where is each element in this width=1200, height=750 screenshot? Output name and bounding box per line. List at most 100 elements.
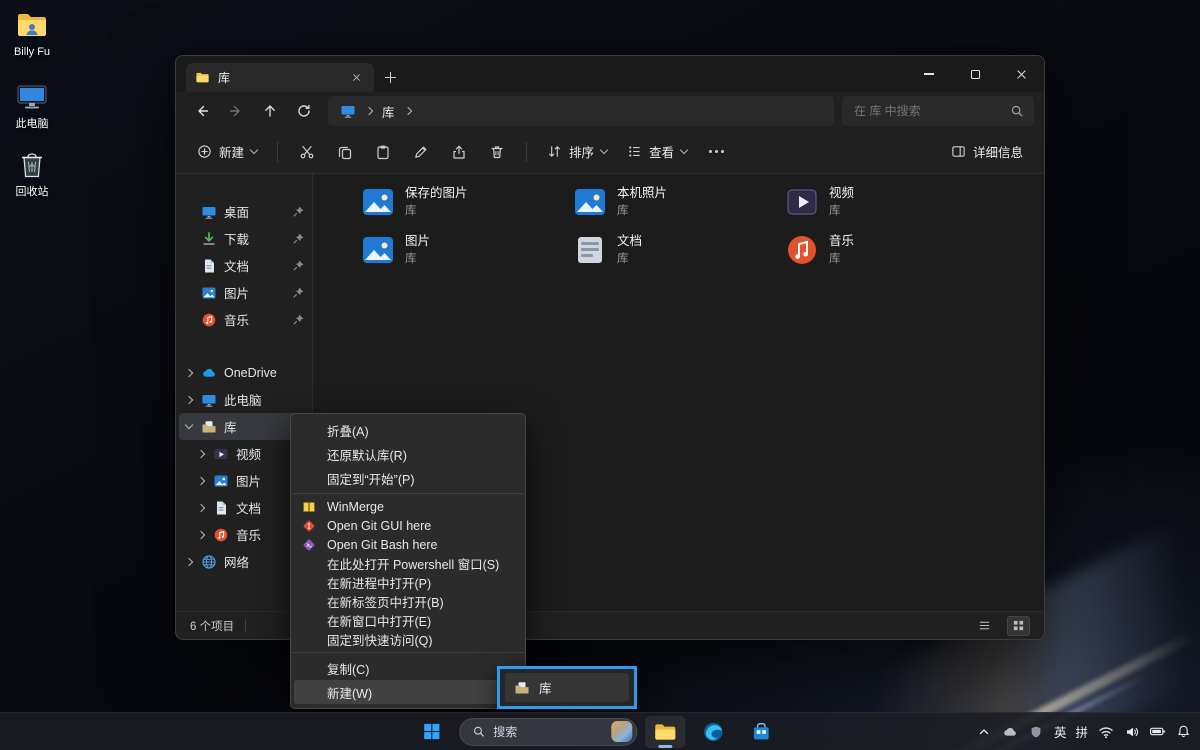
menu-item-git-gui[interactable]: Open Git GUI here: [291, 516, 525, 535]
plus-icon: [385, 72, 396, 83]
desktop-icon-label: 回收站: [16, 186, 49, 199]
new-tab-button[interactable]: [374, 63, 406, 92]
taskbar-center: 搜索: [411, 713, 781, 750]
wifi-icon[interactable]: [1097, 723, 1114, 740]
menu-item-winmerge[interactable]: WinMerge: [291, 497, 525, 516]
git-gui-icon: [302, 519, 316, 533]
ime-mode-indicator[interactable]: 英: [1054, 722, 1067, 741]
minimize-button[interactable]: [906, 56, 952, 92]
notification-bell-icon[interactable]: [1175, 723, 1192, 740]
menu-item-open-new-tab[interactable]: 在新标签页中打开(B): [291, 592, 525, 611]
chevron-right-icon: [185, 368, 193, 376]
library-grid: 保存的图片库 本机照片库 视频库 图片库 文档库: [355, 182, 991, 270]
menu-item-open-new-window[interactable]: 在新窗口中打开(E): [291, 611, 525, 630]
search-input[interactable]: [854, 104, 1002, 118]
desktop-icon-recycle-bin[interactable]: 回收站: [2, 148, 62, 199]
chevron-right-icon: [197, 530, 205, 538]
search-box[interactable]: [842, 96, 1034, 126]
breadcrumb-segment[interactable]: 库: [382, 102, 395, 121]
paste-button[interactable]: [365, 136, 401, 168]
maximize-button[interactable]: [952, 56, 998, 92]
sidebar-item-downloads[interactable]: 下载: [176, 225, 312, 252]
more-options-button[interactable]: [698, 136, 734, 168]
taskbar-file-explorer[interactable]: [645, 716, 685, 748]
delete-button[interactable]: [479, 136, 515, 168]
sidebar-section-gap: [176, 333, 312, 359]
new-button[interactable]: 新建: [188, 136, 266, 168]
music-library-icon: [785, 233, 819, 267]
breadcrumb[interactable]: 库: [328, 96, 834, 126]
sidebar-item-pictures[interactable]: 图片: [176, 279, 312, 306]
winmerge-icon: [302, 500, 316, 514]
downloads-icon: [201, 231, 217, 247]
refresh-button[interactable]: [288, 96, 320, 126]
start-button[interactable]: [411, 716, 451, 748]
menu-item-pin-to-start[interactable]: 固定到“开始”(P): [291, 466, 525, 490]
explorer-tab[interactable]: 库: [186, 63, 374, 92]
battery-icon[interactable]: [1149, 723, 1166, 740]
sidebar-item-this-pc[interactable]: 此电脑: [176, 386, 312, 413]
desktop-icon-user-folder[interactable]: Billy Fu: [2, 8, 62, 59]
taskbar-edge[interactable]: [693, 716, 733, 748]
close-button[interactable]: [998, 56, 1044, 92]
menu-item-open-new-process[interactable]: 在新进程中打开(P): [291, 573, 525, 592]
sidebar-item-music[interactable]: 音乐: [176, 306, 312, 333]
pin-icon: [292, 232, 305, 245]
share-button[interactable]: [441, 136, 477, 168]
chevron-right-icon: [197, 503, 205, 511]
menu-item-new[interactable]: 新建(W): [294, 680, 522, 704]
desktop-folder-icon: [201, 204, 217, 220]
sidebar-item-onedrive[interactable]: OneDrive: [176, 359, 312, 386]
taskbar-search[interactable]: 搜索: [459, 718, 637, 746]
window-controls: [906, 56, 1044, 92]
library-item-documents[interactable]: 文档库: [567, 230, 767, 270]
details-pane-button[interactable]: 详细信息: [942, 136, 1032, 168]
sidebar-item-documents[interactable]: 文档: [176, 252, 312, 279]
menu-item-collapse[interactable]: 折叠(A): [291, 418, 525, 442]
view-button[interactable]: 查看: [618, 136, 696, 168]
recycle-bin-icon: [15, 148, 49, 182]
maximize-icon: [971, 70, 980, 79]
library-item-camera-roll[interactable]: 本机照片库: [567, 182, 767, 222]
security-tray-icon[interactable]: [1028, 723, 1045, 740]
library-item-saved-pictures[interactable]: 保存的图片库: [355, 182, 555, 222]
menu-item-restore-default-libraries[interactable]: 还原默认库(R): [291, 442, 525, 466]
sidebar-item-desktop[interactable]: 桌面: [176, 198, 312, 225]
back-button[interactable]: [186, 96, 218, 126]
ime-language-indicator[interactable]: 拼: [1075, 722, 1088, 741]
sort-button[interactable]: 排序: [538, 136, 616, 168]
tab-close-button[interactable]: [347, 69, 365, 87]
submenu-item-library[interactable]: 库: [505, 673, 629, 702]
taskbar: 搜索 英 拼: [0, 712, 1200, 750]
menu-item-pin-to-quick-access[interactable]: 固定到快速访问(Q): [291, 630, 525, 649]
large-icons-view-button[interactable]: [1007, 616, 1030, 636]
network-icon: [201, 554, 217, 570]
volume-icon[interactable]: [1123, 723, 1140, 740]
hidden-icons-button[interactable]: [976, 723, 993, 740]
sort-button-label: 排序: [569, 142, 594, 161]
tab-title: 库: [218, 69, 230, 86]
desktop-icon-this-pc[interactable]: 此电脑: [2, 80, 62, 131]
library-item-music[interactable]: 音乐库: [779, 230, 979, 270]
cut-button[interactable]: [289, 136, 325, 168]
details-pane-icon: [951, 144, 966, 159]
list-view-button[interactable]: [973, 616, 996, 636]
documents-icon: [201, 258, 217, 274]
pictures-library-icon: [361, 185, 395, 219]
forward-button[interactable]: [220, 96, 252, 126]
rename-button[interactable]: [403, 136, 439, 168]
menu-item-copy[interactable]: 复制(C): [291, 656, 525, 680]
taskbar-store[interactable]: [741, 716, 781, 748]
copy-button[interactable]: [327, 136, 363, 168]
this-pc-icon: [340, 103, 356, 119]
menu-item-open-powershell[interactable]: 在此处打开 Powershell 窗口(S): [291, 554, 525, 573]
onedrive-tray-icon[interactable]: [1002, 723, 1019, 740]
edge-icon: [702, 721, 724, 743]
library-item-videos[interactable]: 视频库: [779, 182, 979, 222]
up-button[interactable]: [254, 96, 286, 126]
title-bar: 库: [176, 56, 1044, 92]
menu-item-git-bash[interactable]: Open Git Bash here: [291, 535, 525, 554]
library-item-pictures[interactable]: 图片库: [355, 230, 555, 270]
chevron-down-icon: [680, 146, 688, 154]
close-icon: [352, 74, 359, 81]
